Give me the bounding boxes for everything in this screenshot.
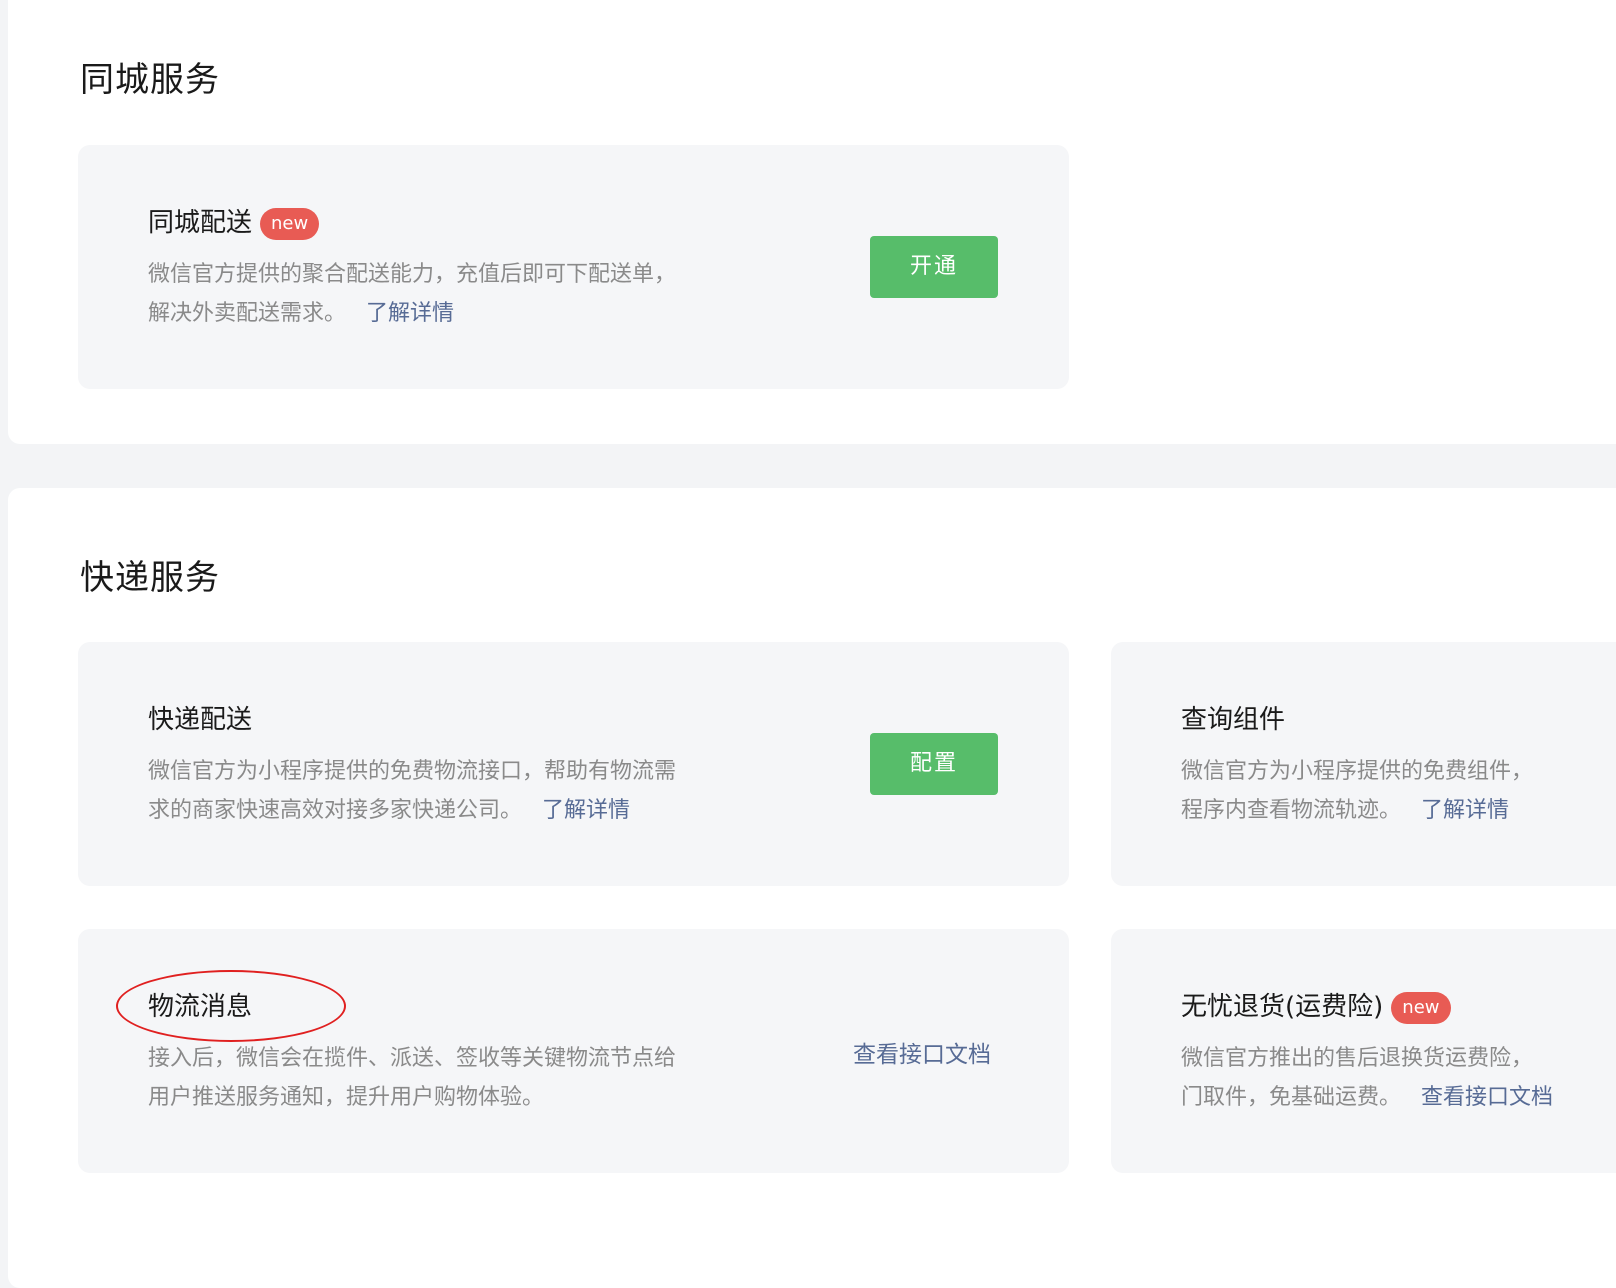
card-title-wrap: 同城配送 new: [148, 207, 320, 240]
card-title-wrap: 无忧退货(运费险) new: [1181, 991, 1451, 1024]
card-title: 无忧退货(运费险): [1181, 992, 1384, 1022]
description-line-1: 微信官方推出的售后退换货运费险，: [1181, 1046, 1534, 1071]
activate-button[interactable]: 开通: [870, 236, 998, 298]
annotation-highlight-ellipse: [116, 970, 346, 1042]
section-title-express-service: 快递服务: [80, 558, 220, 598]
learn-more-link[interactable]: 了解详情: [1421, 798, 1509, 823]
new-badge: new: [260, 208, 320, 240]
card-worry-free-return: 无忧退货(运费险) new 微信官方推出的售后退换货运费险， 门取件，免基础运费。…: [1111, 929, 1616, 1173]
description-line-2: 用户推送服务通知，提升用户购物体验。: [148, 1085, 545, 1110]
description-line-2-wrap: 解决外卖配送需求。 了解详情: [148, 294, 676, 333]
description-line-2-wrap: 求的商家快速高效对接多家快递公司。 了解详情: [148, 791, 676, 830]
description-line-1: 接入后，微信会在揽件、派送、签收等关键物流节点给: [148, 1046, 677, 1071]
description-line-2: 门取件，免基础运费。: [1181, 1085, 1402, 1110]
card-express-delivery: 快递配送 微信官方为小程序提供的免费物流接口，帮助有物流需 求的商家快速高效对接…: [78, 642, 1069, 886]
card-description: 微信官方为小程序提供的免费物流接口，帮助有物流需 求的商家快速高效对接多家快递公…: [148, 752, 676, 830]
learn-more-link[interactable]: 了解详情: [366, 301, 454, 326]
new-badge: new: [1391, 992, 1451, 1024]
configure-button[interactable]: 配置: [870, 733, 998, 795]
card-city-delivery: 同城配送 new 微信官方提供的聚合配送能力，充值后即可下配送单， 解决外卖配送需…: [78, 145, 1069, 389]
card-title: 快递配送: [148, 705, 253, 735]
card-logistics-message: 物流消息 接入后，微信会在揽件、派送、签收等关键物流节点给 用户推送服务通知，提…: [78, 929, 1069, 1173]
card-title: 同城配送: [148, 208, 253, 238]
learn-more-link[interactable]: 了解详情: [542, 798, 630, 823]
card-description: 微信官方为小程序提供的免费组件， 程序内查看物流轨迹。 了解详情: [1181, 752, 1533, 830]
description-line-1: 微信官方为小程序提供的免费物流接口，帮助有物流需: [148, 759, 677, 784]
card-description: 微信官方推出的售后退换货运费险， 门取件，免基础运费。 查看接口文档: [1181, 1039, 1553, 1117]
description-line-2: 程序内查看物流轨迹。: [1181, 798, 1402, 823]
description-line-2-wrap: 程序内查看物流轨迹。 了解详情: [1181, 791, 1533, 830]
description-line-1: 微信官方为小程序提供的免费组件，: [1181, 759, 1534, 784]
description-line-2-wrap: 门取件，免基础运费。 查看接口文档: [1181, 1078, 1553, 1117]
description-line-1: 微信官方提供的聚合配送能力，充值后即可下配送单，: [148, 262, 677, 287]
card-description: 微信官方提供的聚合配送能力，充值后即可下配送单， 解决外卖配送需求。 了解详情: [148, 255, 676, 333]
description-line-2: 解决外卖配送需求。: [148, 301, 347, 326]
view-api-docs-link[interactable]: 查看接口文档: [853, 1035, 991, 1069]
card-title: 查询组件: [1181, 705, 1286, 735]
view-api-docs-link[interactable]: 查看接口文档: [1421, 1085, 1553, 1110]
section-title-city-service: 同城服务: [80, 60, 220, 100]
description-line-2: 求的商家快速高效对接多家快递公司。: [148, 798, 523, 823]
card-description: 接入后，微信会在揽件、派送、签收等关键物流节点给 用户推送服务通知，提升用户购物…: [148, 1039, 676, 1117]
card-query-component: 查询组件 微信官方为小程序提供的免费组件， 程序内查看物流轨迹。 了解详情: [1111, 642, 1616, 886]
